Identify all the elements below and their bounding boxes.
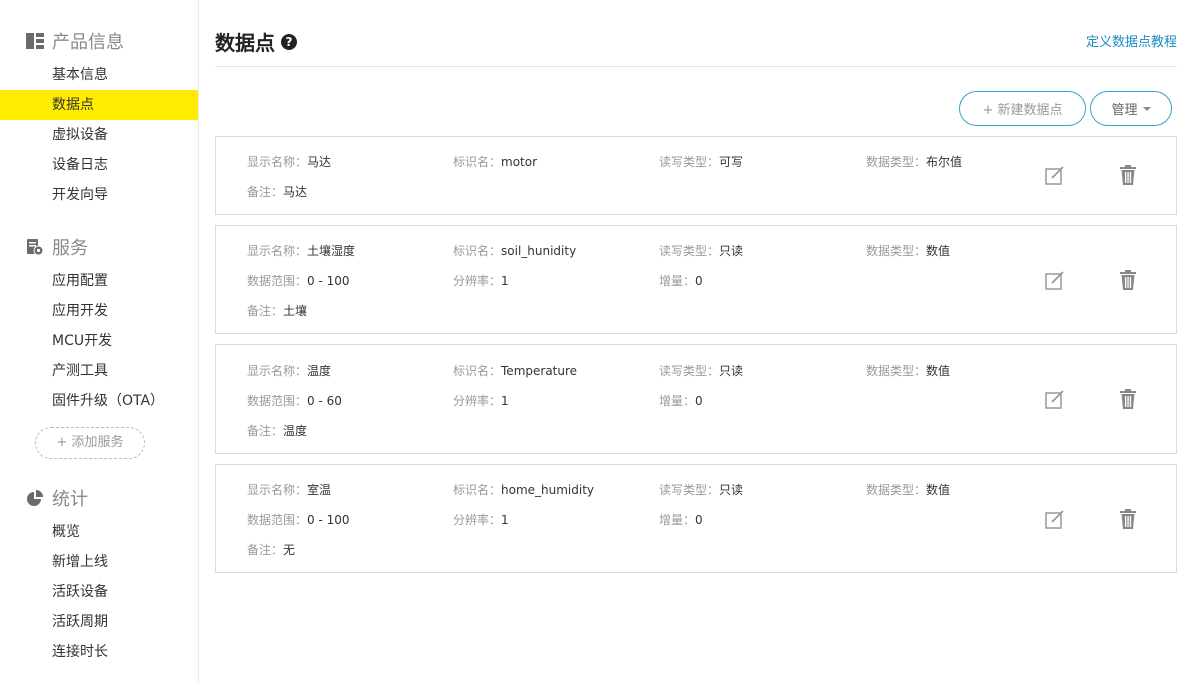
section-title: 统计 [52,489,88,510]
question-circle-icon[interactable]: ? [281,33,297,50]
section-title: 产品信息 [52,32,124,53]
data-type-field: 数据类型：数值 [866,483,951,497]
edit-icon[interactable] [1044,388,1066,410]
section-service: 服务 [26,235,88,259]
display-name-field: 显示名称：温度 [247,364,332,378]
trash-icon[interactable] [1117,508,1139,530]
sidebar-item-active-devices[interactable]: 活跃设备 [0,577,198,607]
rw-type-field: 读写类型：只读 [659,483,744,497]
grid-icon [26,32,44,50]
increment-field: 增量：0 [659,394,703,408]
increment-field: 增量：0 [659,513,703,527]
sidebar-item-app-dev[interactable]: 应用开发 [0,296,198,326]
sidebar-item-device-log[interactable]: 设备日志 [0,150,198,180]
display-name-field: 显示名称：室温 [247,483,332,497]
sidebar-item-connect-duration[interactable]: 连接时长 [0,637,198,667]
identifier-field: 标识名：motor [453,155,538,169]
resolution-field: 分辨率：1 [453,274,509,288]
sidebar: 产品信息 基本信息 数据点 虚拟设备 设备日志 开发向导 服务 应用配置 应用开… [0,0,199,684]
rw-type-field: 读写类型：只读 [659,244,744,258]
identifier-field: 标识名：Temperature [453,364,578,378]
rw-type-field: 读写类型：可写 [659,155,744,169]
edit-icon[interactable] [1044,164,1066,186]
note-field: 备注：马达 [247,185,308,199]
note-field: 备注：温度 [247,424,308,438]
display-name-field: 显示名称：土壤湿度 [247,244,356,258]
note-field: 备注：无 [247,543,296,557]
data-type-field: 数据类型：数值 [866,364,951,378]
identifier-field: 标识名：home_humidity [453,483,595,497]
datapoint-card: 显示名称：土壤湿度 标识名：soil_hunidity 读写类型：只读 数据类型… [215,225,1177,334]
datapoint-card: 显示名称：室温 标识名：home_humidity 读写类型：只读 数据类型：数… [215,464,1177,573]
edit-icon[interactable] [1044,269,1066,291]
new-datapoint-button[interactable]: + 新建数据点 [959,91,1086,126]
range-field: 数据范围：0 - 100 [247,513,350,527]
data-type-field: 数据类型：布尔值 [866,155,963,169]
sidebar-item-test-tool[interactable]: 产测工具 [0,356,198,386]
trash-icon[interactable] [1117,164,1139,186]
range-field: 数据范围：0 - 60 [247,394,342,408]
sidebar-item-virtual-device[interactable]: 虚拟设备 [0,120,198,150]
sidebar-item-basic-info[interactable]: 基本信息 [0,60,198,90]
sidebar-item-app-config[interactable]: 应用配置 [0,266,198,296]
manage-dropdown-button[interactable]: 管理 [1090,91,1172,126]
section-stats: 统计 [26,486,88,510]
sidebar-item-mcu-dev[interactable]: MCU开发 [0,326,198,356]
trash-icon[interactable] [1117,388,1139,410]
data-type-field: 数据类型：数值 [866,244,951,258]
rw-type-field: 读写类型：只读 [659,364,744,378]
divider [215,66,1177,67]
sidebar-item-new-online[interactable]: 新增上线 [0,547,198,577]
page-title: 数据点 ? [215,27,297,56]
service-gear-icon [26,238,44,256]
sidebar-item-overview[interactable]: 概览 [0,517,198,547]
sidebar-item-ota[interactable]: 固件升级（OTA） [0,386,198,416]
datapoint-card: 显示名称：马达 标识名：motor 读写类型：可写 数据类型：布尔值 备注：马达 [215,136,1177,215]
section-product-info: 产品信息 [26,29,124,53]
pie-chart-icon [26,489,44,507]
manage-label: 管理 [1111,103,1138,118]
display-name-field: 显示名称：马达 [247,155,332,169]
range-field: 数据范围：0 - 100 [247,274,350,288]
sidebar-item-active-period[interactable]: 活跃周期 [0,607,198,637]
sidebar-item-dev-guide[interactable]: 开发向导 [0,180,198,210]
add-service-button[interactable]: + 添加服务 [35,427,145,459]
increment-field: 增量：0 [659,274,703,288]
sidebar-item-datapoints[interactable]: 数据点 [0,90,198,120]
edit-icon[interactable] [1044,508,1066,530]
resolution-field: 分辨率：1 [453,513,509,527]
note-field: 备注：土壤 [247,304,308,318]
trash-icon[interactable] [1117,269,1139,291]
section-title: 服务 [52,238,88,259]
resolution-field: 分辨率：1 [453,394,509,408]
identifier-field: 标识名：soil_hunidity [453,244,577,258]
page-title-text: 数据点 [215,31,275,55]
caret-down-icon [1142,106,1151,111]
datapoint-card: 显示名称：温度 标识名：Temperature 读写类型：只读 数据类型：数值 … [215,344,1177,454]
tutorial-link[interactable]: 定义数据点教程 [1086,31,1177,50]
